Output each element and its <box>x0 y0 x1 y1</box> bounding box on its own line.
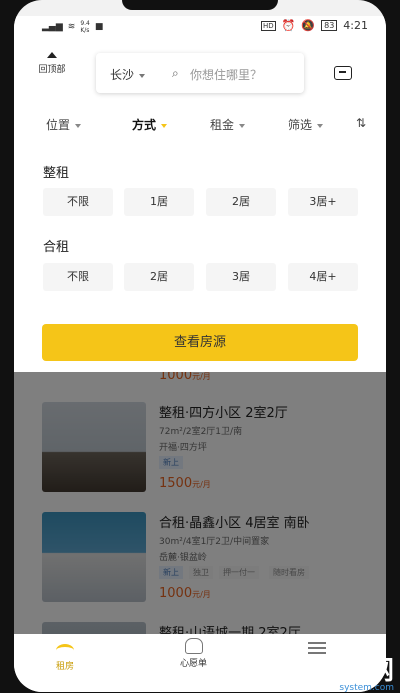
chevron-down-icon <box>239 123 246 128</box>
alarm-icon: ⏰ <box>281 19 296 32</box>
wifi-icon: ≋ <box>67 22 76 32</box>
camera-notch <box>122 0 278 10</box>
shared-option-3[interactable]: 3居 <box>206 263 276 291</box>
section-whole-rent: 整租 <box>43 166 70 181</box>
back-to-top-button[interactable]: 回顶部 <box>32 52 72 75</box>
hd-icon: HD <box>261 20 276 31</box>
tab-label: 租金 <box>210 118 235 132</box>
nav-label: 心愿单 <box>180 659 208 669</box>
tab-label: 位置 <box>46 118 71 132</box>
city-label: 长沙 <box>110 68 135 82</box>
mute-icon: 🔕 <box>301 19 316 32</box>
search-input[interactable]: 你想住哪里？ <box>190 66 262 83</box>
section-shared-rent: 合租 <box>43 240 70 255</box>
whole-option-1[interactable]: 1居 <box>124 188 194 216</box>
back-to-top-label: 回顶部 <box>38 65 66 75</box>
nav-label: 租房 <box>56 662 75 672</box>
tab-filter[interactable]: 筛选 <box>288 116 324 133</box>
watermark-brand: GXI网 <box>316 656 394 686</box>
nav-menu[interactable] <box>308 638 326 646</box>
notification-icon: ■ <box>94 22 104 32</box>
menu-icon <box>308 642 326 644</box>
tab-label: 筛选 <box>288 118 313 132</box>
filter-tabs: 位置 方式 租金 筛选 ⇅ <box>14 106 386 142</box>
shared-option-any[interactable]: 不限 <box>43 263 113 291</box>
tab-location[interactable]: 位置 <box>46 116 82 133</box>
sort-icon: ⇅ <box>356 116 367 130</box>
message-icon[interactable] <box>334 66 352 80</box>
tab-price[interactable]: 租金 <box>210 116 246 133</box>
tab-sort[interactable]: ⇅ <box>356 116 366 130</box>
up-arrow-icon <box>47 52 57 58</box>
home-icon <box>56 644 74 657</box>
status-bar: ▂▄▆ ≋ 9.4 K/s ■ HD ⏰ 🔕 83 4:21 <box>14 16 386 38</box>
tab-label: 方式 <box>132 118 157 132</box>
shared-option-2[interactable]: 2居 <box>124 263 194 291</box>
chevron-down-icon <box>161 123 168 128</box>
signal-icon: ▂▄▆ <box>42 22 63 32</box>
dim-overlay[interactable] <box>14 372 386 634</box>
rent-type-panel: 整租 不限 1居 2居 3居+ 合租 不限 2居 3居 4居+ 查看房源 <box>14 142 386 372</box>
shared-option-4plus[interactable]: 4居+ <box>288 263 358 291</box>
nav-rent[interactable]: 租房 <box>56 638 74 672</box>
city-selector[interactable]: 长沙 <box>110 66 146 83</box>
chevron-down-icon <box>317 123 324 128</box>
net-speed: 9.4 K/s <box>80 20 90 34</box>
chevron-down-icon <box>139 73 146 78</box>
phone-screen: ▂▄▆ ≋ 9.4 K/s ■ HD ⏰ 🔕 83 4:21 回顶部 长沙 ⌕ … <box>14 0 386 692</box>
battery-icon: 83 <box>321 20 338 31</box>
top-header: 回顶部 长沙 ⌕ 你想住哪里？ <box>14 38 386 106</box>
search-icon: ⌕ <box>172 66 179 80</box>
chevron-down-icon <box>75 123 82 128</box>
view-listings-button[interactable]: 查看房源 <box>42 324 358 361</box>
tab-rent-type[interactable]: 方式 <box>132 116 168 133</box>
whole-option-3plus[interactable]: 3居+ <box>288 188 358 216</box>
heart-icon <box>184 638 203 654</box>
search-box[interactable]: 长沙 ⌕ 你想住哪里？ <box>96 53 304 93</box>
clock: 4:21 <box>343 19 368 32</box>
whole-option-2[interactable]: 2居 <box>206 188 276 216</box>
whole-option-any[interactable]: 不限 <box>43 188 113 216</box>
watermark: GXI网 system.com <box>304 650 394 693</box>
nav-wishlist[interactable]: 心愿单 <box>180 638 207 669</box>
